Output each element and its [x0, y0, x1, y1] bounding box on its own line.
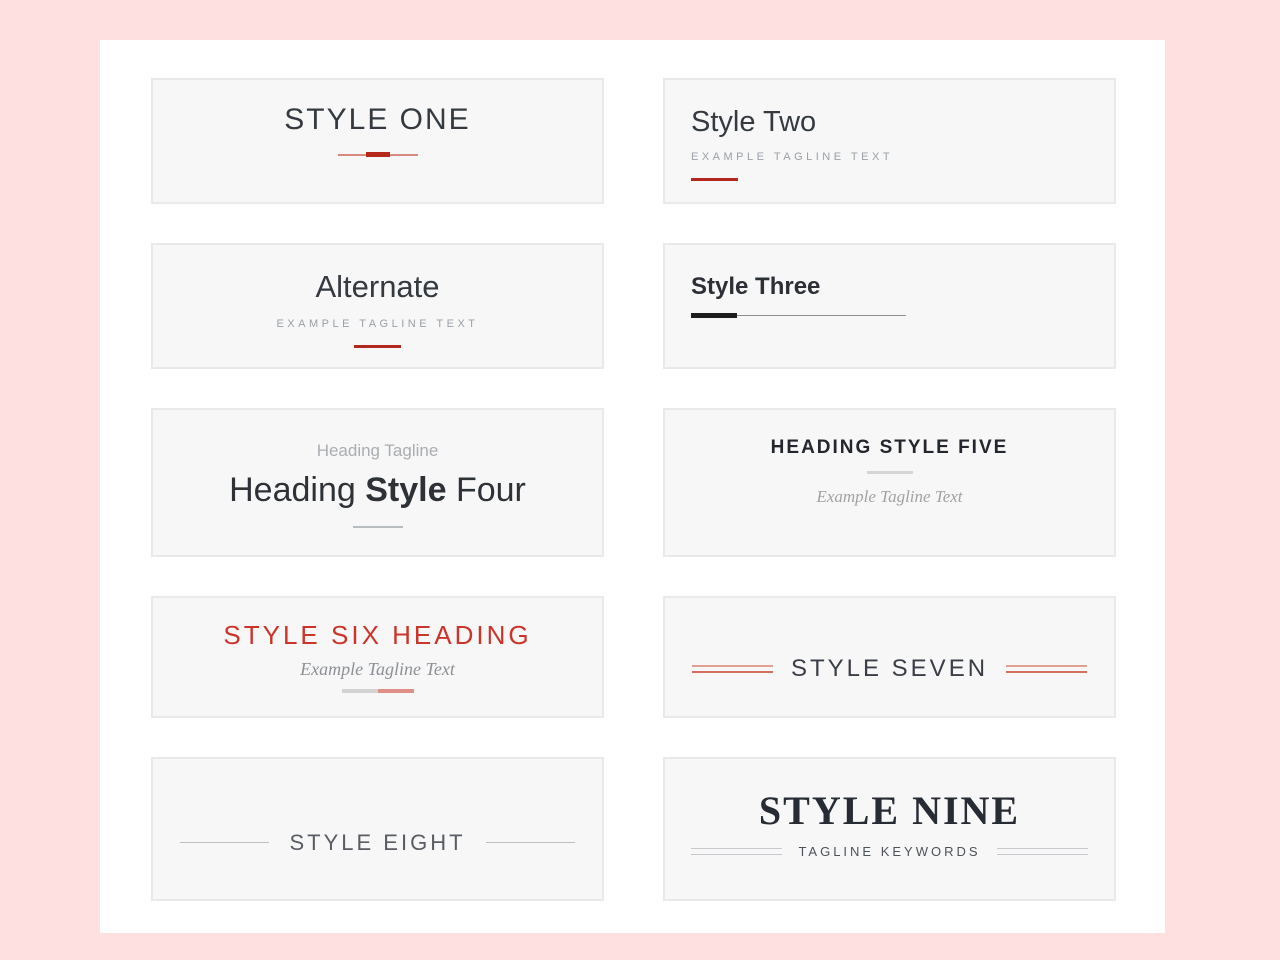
single-line-left	[180, 842, 269, 843]
style-eight-heading: STYLE EIGHT	[289, 830, 465, 856]
style-four-heading: Heading Style Four	[153, 471, 602, 510]
style-five-tagline: Example Tagline Text	[665, 487, 1114, 507]
heading-styles-grid: STYLE ONE Style Two EXAMPLE TAGLINE TEXT…	[100, 40, 1165, 931]
style-six-card[interactable]: STYLE SIX HEADING Example Tagline Text	[151, 596, 604, 718]
red-underline-divider	[691, 178, 738, 181]
page-background: { "cards": [ { "name": "style-one", "tit…	[0, 0, 1280, 960]
style-three-heading: Style Three	[691, 273, 1114, 301]
style-two-card[interactable]: Style Two EXAMPLE TAGLINE TEXT	[663, 78, 1116, 204]
style-four-card[interactable]: Heading Tagline Heading Style Four	[151, 408, 604, 557]
style-four-tagline: Heading Tagline	[153, 441, 602, 461]
red-center-accent-divider	[338, 152, 418, 157]
style-nine-card[interactable]: STYLE NINE TAGLINE KEYWORDS	[663, 757, 1116, 901]
style-one-card[interactable]: STYLE ONE	[151, 78, 604, 204]
black-thick-segment	[691, 313, 737, 318]
style-five-card[interactable]: HEADING STYLE FIVE Example Tagline Text	[663, 408, 1116, 557]
double-line-left	[691, 848, 782, 855]
style-seven-heading: STYLE SEVEN	[791, 655, 988, 683]
alternate-heading: Alternate	[153, 269, 602, 305]
black-thick-thin-divider	[691, 313, 906, 318]
style-six-tagline: Example Tagline Text	[153, 659, 602, 680]
style-one-heading: STYLE ONE	[153, 103, 602, 137]
gray-underline-divider	[353, 526, 403, 528]
style-nine-heading: STYLE NINE	[665, 787, 1114, 834]
heading-word: Heading	[229, 471, 356, 509]
double-line-left	[692, 665, 773, 673]
heading-word: Four	[456, 471, 526, 509]
style-two-tagline: EXAMPLE TAGLINE TEXT	[691, 151, 1114, 163]
gray-thick-divider	[867, 471, 913, 474]
alternate-card[interactable]: Alternate EXAMPLE TAGLINE TEXT	[151, 243, 604, 369]
red-thick-segment	[366, 152, 390, 157]
style-six-heading: STYLE SIX HEADING	[153, 620, 602, 651]
single-line-right	[486, 842, 575, 843]
content-panel: STYLE ONE Style Two EXAMPLE TAGLINE TEXT…	[100, 40, 1165, 933]
style-three-card[interactable]: Style Three	[663, 243, 1116, 369]
gray-red-split-divider	[342, 689, 414, 693]
style-five-heading: HEADING STYLE FIVE	[665, 437, 1114, 459]
style-two-heading: Style Two	[691, 106, 1114, 139]
alternate-tagline: EXAMPLE TAGLINE TEXT	[153, 318, 602, 330]
double-line-right	[997, 848, 1088, 855]
heading-word-bold: Style	[365, 471, 446, 509]
style-nine-tagline-row: TAGLINE KEYWORDS	[665, 844, 1114, 859]
double-line-right	[1006, 665, 1087, 673]
style-seven-card[interactable]: STYLE SEVEN	[663, 596, 1116, 718]
style-nine-tagline: TAGLINE KEYWORDS	[798, 844, 980, 859]
style-eight-card[interactable]: STYLE EIGHT	[151, 757, 604, 901]
red-underline-divider	[354, 345, 401, 348]
